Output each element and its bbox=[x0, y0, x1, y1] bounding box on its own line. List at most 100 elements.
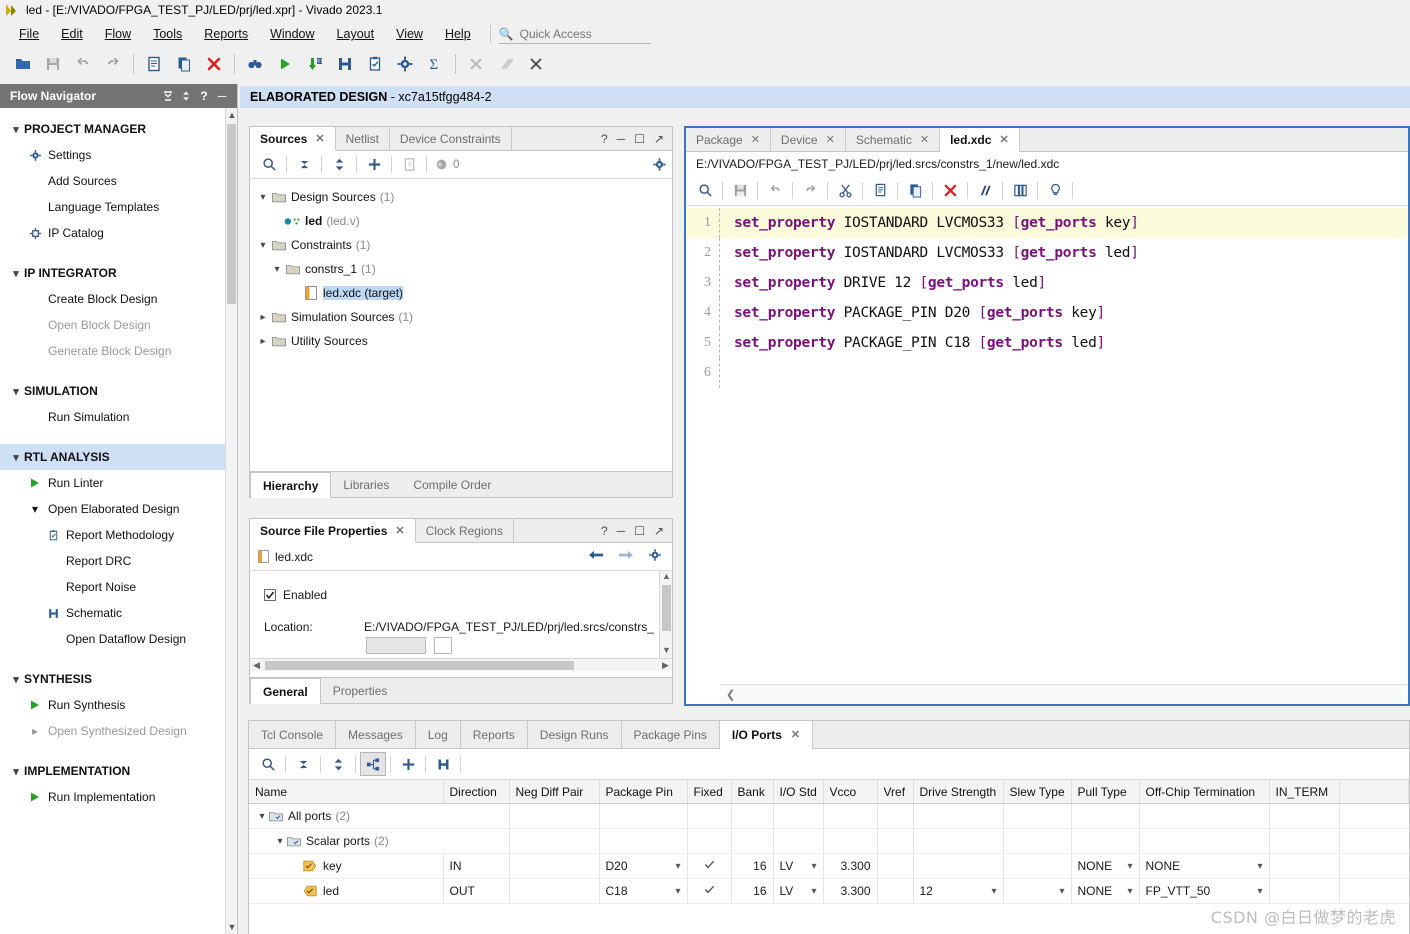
search-binoculars-icon[interactable] bbox=[240, 50, 270, 78]
sidebar-item-language-templates[interactable]: Language Templates bbox=[0, 194, 225, 220]
copy-icon[interactable] bbox=[169, 50, 199, 78]
help-icon[interactable]: ? bbox=[195, 87, 213, 105]
help-icon[interactable]: ? bbox=[601, 132, 608, 146]
cut-scissors-icon[interactable] bbox=[832, 179, 858, 203]
flow-navigator-scrollbar[interactable]: ▲ ▼ bbox=[225, 108, 237, 934]
chevron-right-icon[interactable]: ▸ bbox=[256, 312, 270, 323]
cell-io-std[interactable]: LV ▾ bbox=[773, 878, 824, 904]
cell-fixed[interactable] bbox=[687, 878, 732, 904]
code-line[interactable]: 4 set_property PACKAGE_PIN D20 [get_port… bbox=[686, 298, 1408, 328]
cell-off-chip-termination[interactable]: NONE ▾ bbox=[1139, 853, 1270, 879]
scroll-track[interactable] bbox=[263, 660, 659, 670]
tab-tcl-console[interactable]: Tcl Console bbox=[249, 721, 337, 748]
undo-icon[interactable] bbox=[762, 179, 788, 203]
table-row[interactable]: ▾ Scalar ports (2) bbox=[249, 828, 1409, 854]
cell-pull-type[interactable]: NONE ▾ bbox=[1071, 878, 1140, 904]
col-package-pin[interactable]: Package Pin bbox=[599, 779, 688, 804]
new-file-icon[interactable] bbox=[139, 50, 169, 78]
chevron-down-icon[interactable]: ▾ bbox=[256, 192, 270, 203]
cell-bank[interactable]: 16 bbox=[731, 853, 774, 879]
close-icon[interactable]: ✕ bbox=[791, 728, 800, 741]
chevron-down-icon[interactable]: ▾ bbox=[273, 836, 287, 847]
cell-package-pin[interactable]: D20 ▾ bbox=[599, 853, 688, 879]
table-row[interactable]: key IN D20 ▾ 16 LV ▾ 3.300 NONE ▾ NONE ▾ bbox=[249, 853, 1409, 879]
quick-access-box[interactable]: 🔍 bbox=[498, 24, 651, 44]
code-line[interactable]: 5 set_property PACKAGE_PIN C18 [get_port… bbox=[686, 328, 1408, 358]
col-name[interactable]: Name bbox=[249, 779, 444, 804]
cell-drive-strength[interactable] bbox=[913, 853, 1004, 879]
collapse-all-icon[interactable] bbox=[159, 87, 177, 105]
cell-drive-strength[interactable]: 12 ▾ bbox=[913, 878, 1004, 904]
menu-file[interactable]: File bbox=[8, 23, 50, 45]
col-direction[interactable]: Direction bbox=[443, 779, 510, 804]
col-fixed[interactable]: Fixed bbox=[687, 779, 732, 804]
sidebar-item-run-synthesis[interactable]: Run Synthesis bbox=[0, 692, 225, 718]
cell-fixed[interactable] bbox=[687, 853, 732, 879]
open-project-icon[interactable] bbox=[8, 50, 38, 78]
menu-help[interactable]: Help bbox=[434, 23, 482, 45]
tree-node-utility-sources[interactable]: ▸ Utility Sources bbox=[256, 329, 672, 353]
maximize-icon[interactable]: ☐ bbox=[634, 132, 645, 146]
code-line[interactable]: 3 set_property DRIVE 12 [get_ports led] bbox=[686, 268, 1408, 298]
redo-icon[interactable] bbox=[797, 179, 823, 203]
sidebar-item-open-elaborated-design[interactable]: ▾ Open Elaborated Design bbox=[0, 496, 225, 522]
add-icon[interactable] bbox=[395, 752, 421, 776]
sfp-hscrollbar[interactable]: ◀ ▶ bbox=[250, 658, 672, 671]
cross-hatch-icon[interactable] bbox=[461, 50, 491, 78]
cell-vref[interactable] bbox=[877, 878, 914, 904]
minimize-icon[interactable]: ─ bbox=[213, 87, 231, 105]
sidebar-item-open-dataflow-design[interactable]: Open Dataflow Design bbox=[0, 626, 225, 652]
tab-properties[interactable]: Properties bbox=[321, 678, 400, 703]
col-off-chip-termination[interactable]: Off-Chip Termination bbox=[1139, 779, 1270, 804]
cell-name[interactable]: ▾ Scalar ports (2) bbox=[249, 828, 443, 854]
chevron-down-icon[interactable]: ▾ bbox=[675, 886, 680, 897]
tab-libraries[interactable]: Libraries bbox=[331, 472, 401, 497]
collapse-all-icon[interactable] bbox=[291, 153, 317, 177]
cell-direction[interactable]: OUT bbox=[443, 878, 510, 904]
float-icon[interactable]: ↗ bbox=[654, 132, 664, 146]
tab-netlist[interactable]: Netlist bbox=[335, 127, 390, 150]
partial-button[interactable] bbox=[366, 637, 426, 654]
cell-slew-type[interactable]: ▾ bbox=[1003, 878, 1072, 904]
flownav-group-project-manager[interactable]: ▾ PROJECT MANAGER bbox=[0, 116, 225, 142]
settings-gear-icon[interactable] bbox=[646, 153, 672, 177]
scroll-left-arrow-icon[interactable]: ◀ bbox=[250, 660, 263, 671]
sidebar-item-run-implementation[interactable]: Run Implementation bbox=[0, 784, 225, 810]
tab-reports[interactable]: Reports bbox=[461, 721, 528, 748]
col-slew-type[interactable]: Slew Type bbox=[1003, 779, 1072, 804]
redo-icon[interactable] bbox=[98, 50, 128, 78]
settings-gear-icon[interactable] bbox=[390, 50, 420, 78]
tree-node-design-sources[interactable]: ▾ Design Sources (1) bbox=[256, 185, 672, 209]
tree-node-constraints[interactable]: ▾ Constraints (1) bbox=[256, 233, 672, 257]
back-arrow-icon[interactable] bbox=[588, 549, 604, 564]
col-neg-diff-pair[interactable]: Neg Diff Pair bbox=[509, 779, 600, 804]
comment-slashes-icon[interactable] bbox=[972, 179, 998, 203]
bulb-icon[interactable] bbox=[1042, 179, 1068, 203]
download-bitstream-icon[interactable]: 01 bbox=[300, 50, 330, 78]
error-count-badge[interactable]: 0 bbox=[431, 153, 463, 177]
cell-vref[interactable] bbox=[877, 853, 914, 879]
tab-clock-regions[interactable]: Clock Regions bbox=[415, 519, 514, 542]
chevron-down-icon[interactable]: ▾ bbox=[1257, 861, 1262, 872]
cell-name[interactable]: key bbox=[249, 853, 444, 879]
cell-off-chip-termination[interactable]: FP_VTT_50 ▾ bbox=[1139, 878, 1270, 904]
float-icon[interactable]: ↗ bbox=[654, 524, 664, 538]
tab-io-ports[interactable]: I/O Ports ✕ bbox=[719, 721, 814, 749]
tree-node-led-xdc[interactable]: led.xdc (target) bbox=[256, 281, 672, 305]
close-icon[interactable]: ✕ bbox=[751, 133, 760, 146]
tab-device[interactable]: Device ✕ bbox=[770, 128, 846, 151]
cell-slew-type[interactable] bbox=[1003, 853, 1072, 879]
cell-vcco[interactable]: 3.300 bbox=[823, 853, 878, 879]
tree-node-constrs-1[interactable]: ▾ constrs_1 (1) bbox=[256, 257, 672, 281]
chevron-down-icon[interactable]: ▾ bbox=[1059, 886, 1064, 897]
sfp-vscrollbar[interactable]: ▲ ▼ bbox=[659, 571, 672, 658]
flownav-group-simulation[interactable]: ▾ SIMULATION bbox=[0, 378, 225, 404]
tab-design-runs[interactable]: Design Runs bbox=[528, 721, 622, 748]
quick-access-input[interactable] bbox=[517, 25, 638, 42]
close-icon[interactable]: ✕ bbox=[920, 133, 929, 146]
col-io-std[interactable]: I/O Std bbox=[773, 779, 824, 804]
report-methodology-icon[interactable] bbox=[360, 50, 390, 78]
close-icon[interactable]: ✕ bbox=[999, 133, 1008, 146]
scroll-down-arrow-icon[interactable]: ▼ bbox=[660, 645, 673, 658]
table-row[interactable]: ▾ All ports (2) bbox=[249, 803, 1409, 829]
